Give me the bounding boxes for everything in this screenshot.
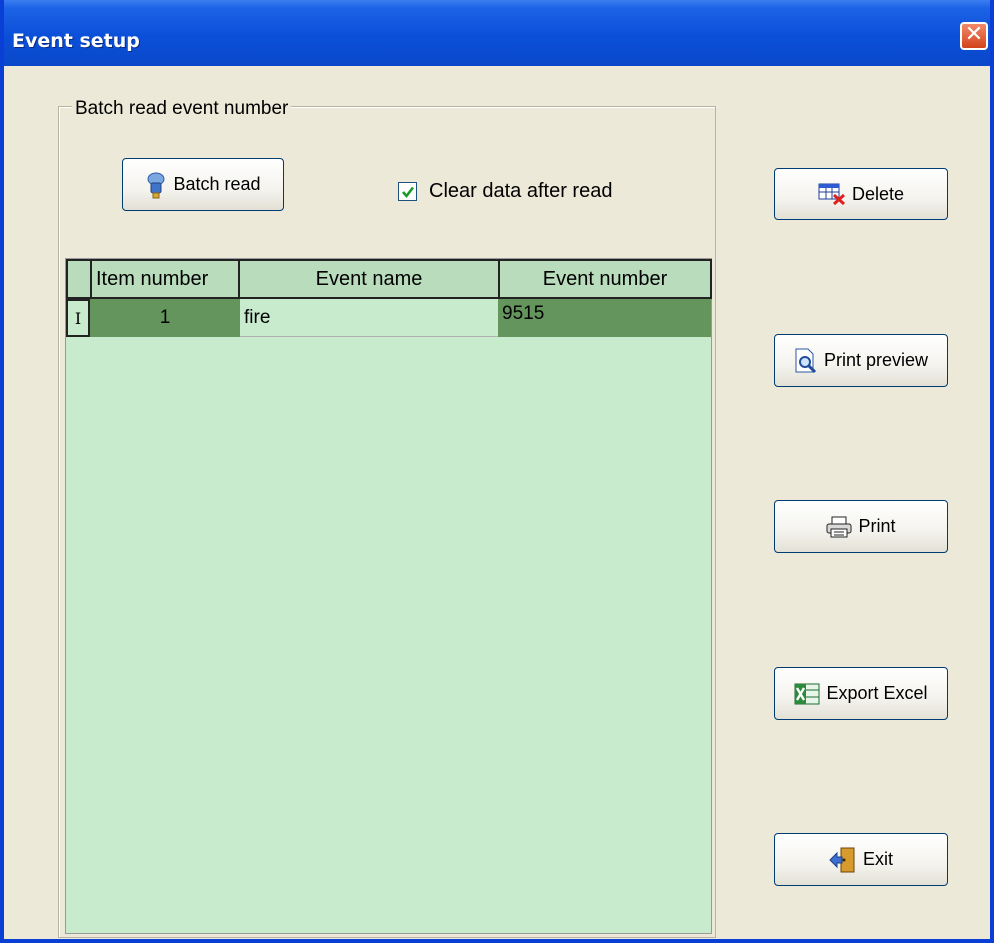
checkmark-icon (401, 186, 414, 198)
cell-event-name[interactable]: fire (240, 299, 498, 337)
checkbox-box[interactable] (398, 182, 417, 201)
window-title: Event setup (12, 30, 140, 52)
group-title: Batch read event number (72, 98, 292, 120)
row-indicator-cursor: I (66, 299, 90, 337)
print-preview-icon (794, 348, 818, 374)
export-excel-button[interactable]: Export Excel (774, 667, 948, 720)
delete-button[interactable]: Delete (774, 168, 948, 220)
cell-item-number[interactable]: 1 (90, 299, 240, 337)
cell-event-number[interactable]: 9515 (498, 299, 711, 337)
event-setup-window: Event setup ✕ Batch read event number Ba… (0, 0, 994, 943)
column-header-event-number[interactable]: Event number (498, 259, 712, 299)
print-label: Print (858, 516, 896, 536)
close-icon: ✕ (964, 22, 984, 47)
title-bar[interactable]: Event setup ✕ (4, 0, 990, 66)
close-button[interactable]: ✕ (960, 22, 988, 50)
print-button[interactable]: Print (774, 500, 948, 553)
print-preview-button[interactable]: Print preview (774, 334, 948, 387)
delete-label: Delete (851, 183, 905, 204)
print-preview-label: Print preview (823, 350, 929, 370)
batch-read-button[interactable]: Batch read (122, 158, 284, 211)
export-excel-label: Export Excel (826, 683, 928, 703)
excel-icon (794, 683, 820, 705)
clear-after-read-label: Clear data after read (429, 180, 613, 202)
delete-table-icon (818, 183, 846, 205)
exit-door-icon (829, 847, 857, 873)
exit-button[interactable]: Exit (774, 833, 948, 886)
clear-after-read-checkbox[interactable]: Clear data after read (398, 180, 612, 203)
row-indicator-header (66, 259, 92, 299)
batch-read-label: Batch read (173, 174, 261, 194)
robot-icon (145, 171, 167, 199)
exit-label: Exit (862, 849, 893, 869)
column-header-item-number[interactable]: Item number (90, 259, 240, 299)
column-header-event-name[interactable]: Event name (238, 259, 500, 299)
printer-icon (826, 516, 852, 538)
event-grid[interactable]: Item number Event name Event number I 1 … (65, 258, 712, 934)
